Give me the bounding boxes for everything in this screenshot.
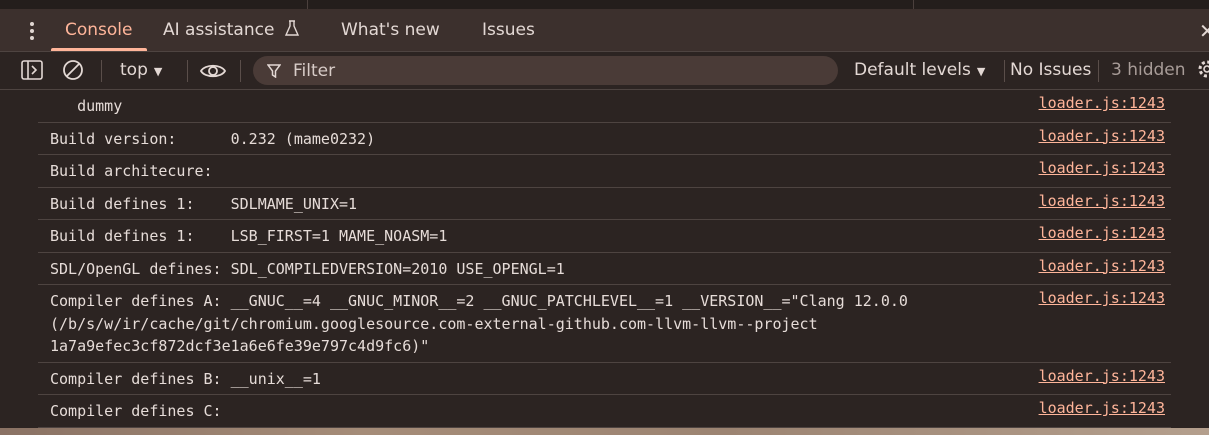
console-message: SDL/OpenGL defines: SDL_COMPILEDVERSION=…: [38, 253, 1171, 285]
source-link[interactable]: loader.js:1243: [1039, 222, 1165, 245]
tab-console[interactable]: Console: [51, 9, 146, 51]
toolbar-divider: [187, 60, 188, 82]
message-text: Build defines 1: LSB_FIRST=1 MAME_NOASM=…: [50, 227, 448, 245]
message-text: Build defines 1: SDLMAME_UNIX=1: [50, 194, 358, 213]
log-levels-dropdown[interactable]: Default levels ▼: [854, 60, 985, 80]
desktop-background: [0, 428, 1209, 435]
console-message: Build version: 0.232 (mame0232) loader.j…: [38, 123, 1171, 155]
sidebar-toggle-icon[interactable]: [21, 60, 43, 80]
top-strip-divider: [913, 0, 914, 9]
toolbar-divider: [1004, 60, 1005, 82]
source-link[interactable]: loader.js:1243: [1039, 92, 1165, 115]
toolbar-divider: [101, 60, 102, 82]
top-strip: [0, 0, 1209, 9]
source-link[interactable]: loader.js:1243: [1039, 365, 1165, 388]
source-link[interactable]: loader.js:1243: [1039, 255, 1165, 278]
tab-console-label: Console: [65, 20, 133, 40]
right-gutter: [1171, 90, 1209, 435]
source-link[interactable]: loader.js:1243: [1039, 397, 1165, 420]
filter-input[interactable]: [293, 56, 813, 85]
message-text: Compiler defines B: __unix__=1: [50, 369, 321, 388]
close-icon[interactable]: ✕: [1199, 19, 1209, 43]
tab-whats-new-label: What's new: [341, 20, 440, 40]
flask-icon: [284, 20, 299, 36]
tab-ai-assistance[interactable]: AI assistance: [163, 9, 300, 51]
more-options-icon[interactable]: [24, 22, 40, 40]
chevron-down-icon: ▼: [153, 65, 163, 78]
tab-ai-assistance-label: AI assistance: [163, 20, 275, 40]
hidden-messages-count: 3 hidden: [1111, 60, 1186, 80]
chevron-down-icon: ▼: [976, 65, 986, 78]
filter-icon: [267, 64, 281, 78]
message-text: Build version: 0.232 (mame0232): [50, 129, 376, 148]
console-message: Compiler defines A: __GNUC__=4 __GNUC_MI…: [38, 285, 1171, 363]
context-selector[interactable]: top ▼: [120, 60, 162, 80]
gear-icon[interactable]: [1196, 58, 1209, 80]
eye-icon[interactable]: [199, 62, 227, 80]
message-text: Compiler defines A: __GNUC__=4 __GNUC_MI…: [50, 292, 908, 355]
source-link[interactable]: loader.js:1243: [1039, 125, 1165, 148]
filter-field[interactable]: [253, 56, 838, 85]
issues-counter[interactable]: No Issues: [1010, 60, 1091, 80]
message-text: Compiler defines C:: [50, 402, 222, 420]
console-message: Compiler defines C: loader.js:1243: [38, 395, 1171, 428]
console-message: Build defines 1: LSB_FIRST=1 MAME_NOASM=…: [38, 220, 1171, 253]
message-text: Build architecure:: [50, 162, 213, 180]
source-link[interactable]: loader.js:1243: [1039, 157, 1165, 180]
console-message: Compiler defines B: __unix__=1 loader.js…: [38, 363, 1171, 395]
source-link[interactable]: loader.js:1243: [1039, 287, 1165, 310]
source-link[interactable]: loader.js:1243: [1039, 190, 1165, 213]
top-strip-divider: [307, 0, 308, 9]
console-messages: dummy loader.js:1243 Build version: 0.23…: [38, 90, 1171, 435]
log-levels-value: Default levels: [854, 60, 971, 80]
devtools-tab-bar: Console AI assistance What's new Issues …: [0, 9, 1209, 52]
toolbar-divider: [1098, 60, 1099, 82]
tab-issues[interactable]: Issues: [482, 9, 535, 51]
clear-console-icon[interactable]: [62, 59, 84, 81]
tab-whats-new[interactable]: What's new: [341, 9, 440, 51]
context-selector-value: top: [120, 60, 148, 80]
tab-issues-label: Issues: [482, 20, 535, 40]
console-message: Build architecure: loader.js:1243: [38, 155, 1171, 188]
toolbar-divider: [240, 60, 241, 82]
console-message: dummy loader.js:1243: [38, 90, 1171, 123]
message-text: SDL/OpenGL defines: SDL_COMPILEDVERSION=…: [50, 259, 565, 278]
console-message: Build defines 1: SDLMAME_UNIX=1 loader.j…: [38, 188, 1171, 220]
message-text: dummy: [50, 97, 123, 115]
console-toolbar: top ▼ Default levels ▼ No Issues 3 hidden: [0, 52, 1209, 90]
